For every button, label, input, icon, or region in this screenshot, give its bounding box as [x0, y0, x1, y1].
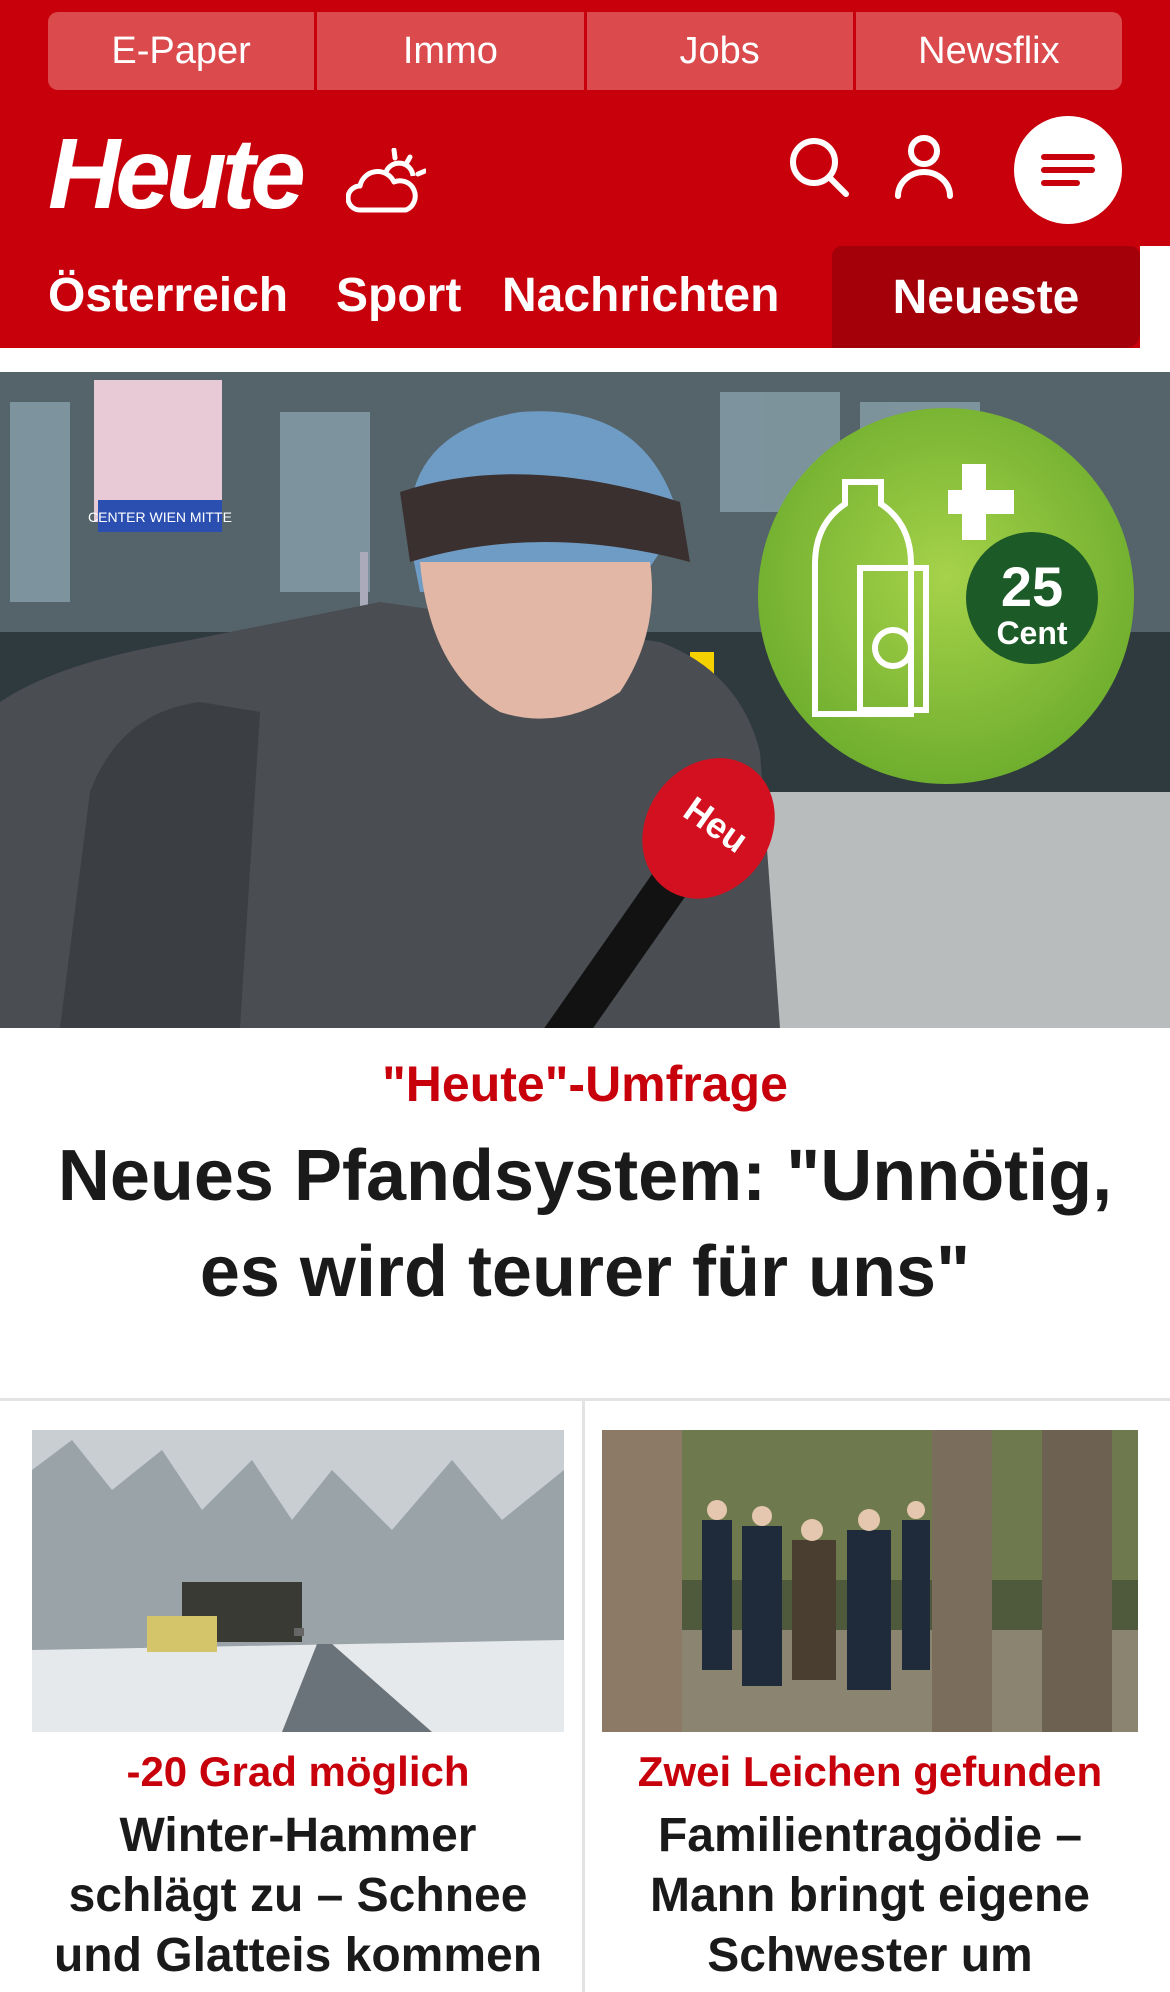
article-card[interactable]: -20 Grad möglich Winter-Hammer schlägt z… — [32, 1430, 564, 1986]
topnav-epaper[interactable]: E-Paper — [48, 12, 318, 90]
section-sport[interactable]: Sport — [336, 268, 461, 324]
site-logo[interactable]: Heute — [48, 124, 306, 224]
card-headline[interactable]: Winter-Hammer schlägt zu – Schnee und Gl… — [32, 1806, 564, 1986]
divider — [0, 1398, 1170, 1401]
card-image-snowplow[interactable] — [32, 1430, 564, 1732]
cloud-sun-icon[interactable] — [345, 147, 428, 218]
card-kicker[interactable]: Zwei Leichen gefunden — [602, 1744, 1138, 1800]
card-image-police[interactable] — [602, 1430, 1138, 1732]
section-nav: Österreich Sport Nachrichten Neueste — [0, 246, 1140, 348]
hamburger-menu-icon — [1041, 154, 1095, 186]
article-card[interactable]: Zwei Leichen gefunden Familientragödie –… — [602, 1430, 1138, 1986]
user-icon[interactable] — [894, 134, 954, 200]
section-neueste[interactable]: Neueste — [832, 246, 1140, 348]
section-oesterreich[interactable]: Österreich — [48, 268, 288, 324]
column-divider — [582, 1398, 585, 1992]
search-icon[interactable] — [788, 136, 850, 198]
pfand-unit: Cent — [996, 615, 1067, 651]
topnav-newsflix[interactable]: Newsflix — [855, 12, 1122, 90]
hero-image[interactable]: CENTER WIEN MITTE Heu 25 Cent — [0, 372, 1170, 1028]
mall-sign: CENTER WIEN MITTE — [88, 509, 232, 525]
top-nav: E-Paper Immo Jobs Newsflix — [48, 12, 1122, 90]
section-nachrichten[interactable]: Nachrichten — [502, 268, 779, 324]
pfand-amount: 25 — [1001, 555, 1063, 618]
hero-headline[interactable]: Neues Pfandsystem: "Unnötig, es wird teu… — [10, 1128, 1160, 1320]
card-headline[interactable]: Familientragödie – Mann bringt eigene Sc… — [602, 1806, 1138, 1986]
card-kicker[interactable]: -20 Grad möglich — [32, 1744, 564, 1800]
menu-button[interactable] — [1014, 116, 1122, 224]
topnav-jobs[interactable]: Jobs — [586, 12, 856, 90]
hero-kicker[interactable]: "Heute"-Umfrage — [0, 1052, 1170, 1116]
topnav-immo[interactable]: Immo — [317, 12, 587, 90]
header-edge — [1140, 246, 1170, 348]
